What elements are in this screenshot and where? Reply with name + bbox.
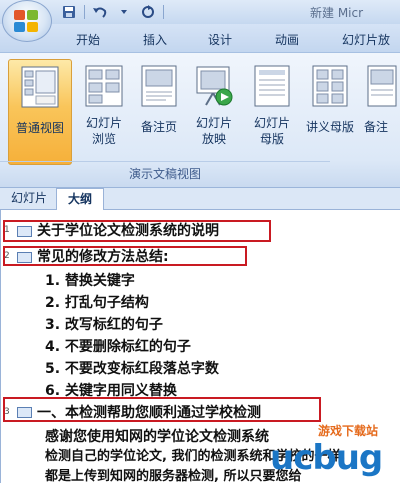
office-logo-icon xyxy=(14,10,40,34)
handout-master-icon xyxy=(312,65,348,107)
notes-master-icon xyxy=(367,65,397,107)
watermark-logo: ucbug xyxy=(270,438,383,478)
notes-page-label: 备注页 xyxy=(140,120,177,134)
slide-show-button[interactable]: 幻灯片 放映 xyxy=(186,59,242,165)
slide-sorter-button[interactable]: 幻灯片 浏览 xyxy=(76,59,132,165)
ribbon-tabs: 开始 插入 设计 动画 幻灯片放 xyxy=(0,24,400,52)
tab-outline[interactable]: 大纲 xyxy=(56,188,104,211)
quick-access-toolbar xyxy=(60,3,164,21)
outline-item[interactable]: 1. 替换关键字 xyxy=(45,272,135,290)
slide-master-button[interactable]: 幻灯片 母版 xyxy=(246,59,298,165)
tab-animation[interactable]: 动画 xyxy=(275,31,299,48)
save-icon[interactable] xyxy=(60,3,78,21)
panel-tabs: 幻灯片 大纲 xyxy=(0,188,400,211)
window-title: 新建 Micr xyxy=(310,6,364,20)
title-bar: 新建 Micr xyxy=(0,0,400,42)
slide-master-icon xyxy=(254,65,290,107)
chevron-down-icon[interactable] xyxy=(115,3,133,21)
outline-item[interactable]: 4. 不要删除标红的句子 xyxy=(45,338,191,356)
notes-page-button[interactable]: 备注页 xyxy=(134,59,184,165)
slide-master-label: 幻灯片 母版 xyxy=(246,115,298,147)
tab-slideshow[interactable]: 幻灯片放 xyxy=(342,31,390,48)
notes-page-icon xyxy=(141,65,177,107)
normal-view-label: 普通视图 xyxy=(15,121,64,135)
outline-item[interactable]: 5. 不要改变标红段落总字数 xyxy=(45,360,219,378)
outline-item[interactable]: 2. 打乱句子结构 xyxy=(45,294,149,312)
outline-body-text[interactable]: 感谢您使用知网的学位论文检测系统 xyxy=(45,428,269,446)
notes-master-button[interactable]: 备注 xyxy=(362,59,400,165)
highlight-box xyxy=(3,397,321,422)
tab-insert[interactable]: 插入 xyxy=(143,31,167,48)
office-button[interactable] xyxy=(2,0,52,42)
undo-icon[interactable] xyxy=(91,3,109,21)
slide-master-label-text: 幻灯片 母版 xyxy=(253,116,290,146)
outline-item[interactable]: 3. 改写标红的句子 xyxy=(45,316,163,334)
ribbon-view-group: 普通视图 幻灯片 浏览 备注页 幻灯片 放映 幻灯片 母版 讲义母版 备注 演示… xyxy=(0,52,400,188)
normal-view-icon xyxy=(21,66,59,108)
handout-master-button[interactable]: 讲义母版 xyxy=(300,59,360,165)
slide-show-label-text: 幻灯片 放映 xyxy=(195,116,232,146)
tab-design[interactable]: 设计 xyxy=(208,31,232,48)
outline-body-text[interactable]: 都是上传到知网的服务器检测, 所以只要您给 xyxy=(45,468,301,483)
tab-home[interactable]: 开始 xyxy=(76,31,100,48)
watermark: 游戏下载站 ucbug xyxy=(270,420,398,480)
group-divider xyxy=(0,161,330,162)
notes-master-label: 备注 xyxy=(364,120,389,134)
slide-show-icon xyxy=(196,66,233,106)
slide-sorter-icon xyxy=(85,65,123,107)
slide-sorter-label-text: 幻灯片 浏览 xyxy=(85,116,122,146)
watermark-text: 游戏下载站 xyxy=(318,424,379,438)
highlight-box xyxy=(3,220,271,242)
slide-sorter-label: 幻灯片 浏览 xyxy=(76,115,132,147)
redo-icon[interactable] xyxy=(139,3,157,21)
toolbar-divider xyxy=(84,5,85,19)
slide-show-label: 幻灯片 放映 xyxy=(186,115,242,147)
handout-master-label: 讲义母版 xyxy=(305,120,354,134)
toolbar-divider xyxy=(163,5,164,19)
group-label: 演示文稿视图 xyxy=(128,167,201,181)
tab-slides[interactable]: 幻灯片 xyxy=(4,188,54,210)
highlight-box xyxy=(3,246,247,266)
normal-view-button[interactable]: 普通视图 xyxy=(8,59,72,165)
